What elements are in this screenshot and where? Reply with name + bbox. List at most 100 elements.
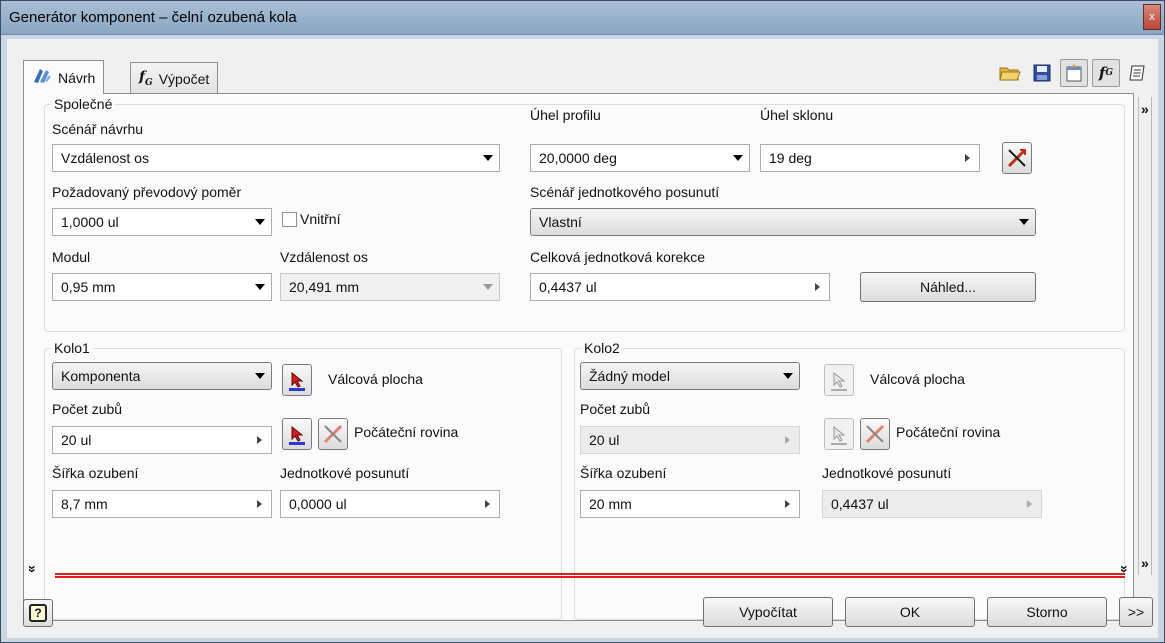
scenario-label: Scénář návrhu — [52, 121, 144, 137]
function-icon: fG — [139, 69, 153, 88]
selection-underline — [831, 443, 847, 445]
save-icon[interactable] — [1028, 59, 1056, 87]
scenario-select[interactable]: Vzdálenost os — [52, 144, 500, 172]
helix-angle-label: Úhel sklonu — [760, 107, 834, 123]
shift-scenario-label: Scénář jednotkového posunutí — [530, 184, 720, 200]
gear2-unit-shift-label: Jednotkové posunutí — [822, 465, 952, 481]
gear1-cylindrical-face-label: Válcová plocha — [328, 371, 423, 387]
expand-arrow-icon[interactable] — [955, 145, 979, 171]
expand-arrow-icon — [775, 427, 799, 453]
window-title: Generátor komponent – čelní ozubená kola — [9, 9, 297, 26]
chevron-down-icon — [255, 284, 265, 290]
notes-icon[interactable] — [1124, 59, 1152, 87]
gear1-start-plane-label: Počáteční rovina — [354, 424, 459, 440]
module-select[interactable]: 0,95 mm — [52, 273, 272, 301]
gear2-unit-shift-value: 0,4437 ul — [831, 496, 889, 512]
chevron-down-icon — [783, 373, 793, 379]
total-correction-input[interactable]: 0,4437 ul — [530, 273, 830, 301]
total-correction-value: 0,4437 ul — [539, 279, 597, 295]
shift-scenario-value: Vlastní — [539, 214, 582, 230]
cursor-arrow-icon — [291, 426, 304, 442]
expand-arrow-icon[interactable] — [775, 491, 799, 517]
gear1-unit-shift-input[interactable]: 0,0000 ul — [280, 490, 500, 518]
helix-direction-button[interactable] — [1002, 142, 1032, 174]
center-distance-label: Vzdálenost os — [280, 249, 368, 265]
gear1-face-width-label: Šířka ozubení — [52, 465, 139, 481]
dialog-window: Generátor komponent – čelní ozubená kola… — [0, 0, 1165, 643]
internal-label: Vnitřní — [300, 211, 341, 227]
total-correction-label: Celková jednotková korekce — [530, 249, 706, 265]
center-distance-value: 20,491 mm — [289, 279, 360, 295]
helix-direction-icon — [1007, 148, 1027, 168]
gear1-flip-plane-button[interactable] — [318, 418, 348, 450]
gear2-type-select[interactable]: Žádný model — [580, 362, 800, 390]
common-group-legend: Společné — [51, 96, 116, 112]
ratio-label: Požadovaný převodový poměr — [52, 184, 242, 200]
chevron-down-icon — [1019, 219, 1029, 225]
chevron-down-icon — [483, 284, 493, 290]
expand-arrow-icon[interactable] — [805, 274, 829, 300]
expand-panel-chevron-icon[interactable]: » — [1141, 101, 1149, 117]
cursor-arrow-icon — [291, 372, 304, 388]
collapse-down-chevron-icon[interactable]: » — [25, 565, 41, 573]
chevron-down-icon — [733, 155, 743, 161]
chevron-down-icon — [483, 155, 493, 161]
cursor-arrow-icon — [833, 426, 846, 442]
flip-direction-icon — [865, 424, 885, 444]
gear2-flip-plane-button[interactable] — [860, 418, 890, 450]
gear1-unit-shift-label: Jednotkové posunutí — [280, 465, 410, 481]
selection-underline — [289, 388, 305, 391]
flip-direction-icon — [323, 424, 343, 444]
gear1-type-select[interactable]: Komponenta — [52, 362, 272, 390]
expand-arrow-icon[interactable] — [247, 491, 271, 517]
gear2-unit-shift-input: 0,4437 ul — [822, 490, 1042, 518]
helix-angle-input[interactable]: 19 deg — [760, 144, 980, 172]
gear2-teeth-value: 20 ul — [589, 432, 620, 448]
center-distance-select: 20,491 mm — [280, 273, 500, 301]
close-button[interactable]: x — [1143, 4, 1161, 30]
gear1-cylindrical-face-pick[interactable] — [282, 364, 312, 396]
shift-scenario-select[interactable]: Vlastní — [530, 208, 1036, 236]
pressure-angle-value: 20,0000 deg — [539, 150, 617, 166]
helix-angle-value: 19 deg — [769, 150, 812, 166]
selection-underline — [831, 389, 847, 391]
cancel-button[interactable]: Storno — [987, 597, 1107, 627]
gear2-face-width-input[interactable]: 20 mm — [580, 490, 800, 518]
pressure-angle-select[interactable]: 20,0000 deg — [530, 144, 750, 172]
collapse-down-chevron-right-icon[interactable]: » — [1117, 565, 1133, 573]
ratio-value: 1,0000 ul — [61, 214, 119, 230]
ratio-select[interactable]: 1,0000 ul — [52, 208, 272, 236]
module-label: Modul — [52, 249, 91, 265]
gear1-face-width-input[interactable]: 8,7 mm — [52, 490, 272, 518]
preview-button[interactable]: Náhled... — [860, 272, 1036, 302]
tab-design[interactable]: Návrh — [23, 60, 105, 94]
tab-calculation[interactable]: fG Výpočet — [130, 62, 219, 94]
gear1-teeth-input[interactable]: 20 ul — [52, 426, 272, 454]
chevron-down-icon — [255, 219, 265, 225]
title-bar[interactable]: Generátor komponent – čelní ozubená kola… — [1, 1, 1164, 35]
scenario-value: Vzdálenost os — [61, 150, 149, 166]
options-icon[interactable] — [1060, 59, 1088, 87]
gear1-face-width-value: 8,7 mm — [61, 496, 108, 512]
expand-arrow-icon[interactable] — [247, 427, 271, 453]
gear1-teeth-value: 20 ul — [61, 432, 92, 448]
gear2-teeth-input: 20 ul — [580, 426, 800, 454]
expand-arrow-icon — [1017, 491, 1041, 517]
help-icon: ? — [29, 604, 47, 622]
more-button[interactable]: >> — [1119, 597, 1153, 627]
tab-calculation-label: Výpočet — [158, 70, 210, 87]
ok-button[interactable]: OK — [845, 597, 975, 627]
help-button[interactable]: ? — [23, 599, 53, 627]
expand-panel-bottom-chevron-icon[interactable]: » — [1141, 555, 1149, 571]
gear1-type-value: Komponenta — [61, 368, 141, 384]
open-folder-icon[interactable] — [996, 59, 1024, 87]
gear1-group-legend: Kolo1 — [51, 340, 93, 356]
module-value: 0,95 mm — [61, 279, 116, 295]
calculate-button[interactable]: Vypočítat — [703, 597, 833, 627]
gear2-face-width-label: Šířka ozubení — [580, 465, 667, 481]
function-icon[interactable]: fG — [1092, 59, 1120, 87]
gear1-start-plane-pick[interactable] — [282, 418, 312, 450]
side-panel-divider[interactable] — [1138, 97, 1152, 575]
expand-arrow-icon[interactable] — [475, 491, 499, 517]
internal-checkbox[interactable] — [282, 212, 297, 227]
